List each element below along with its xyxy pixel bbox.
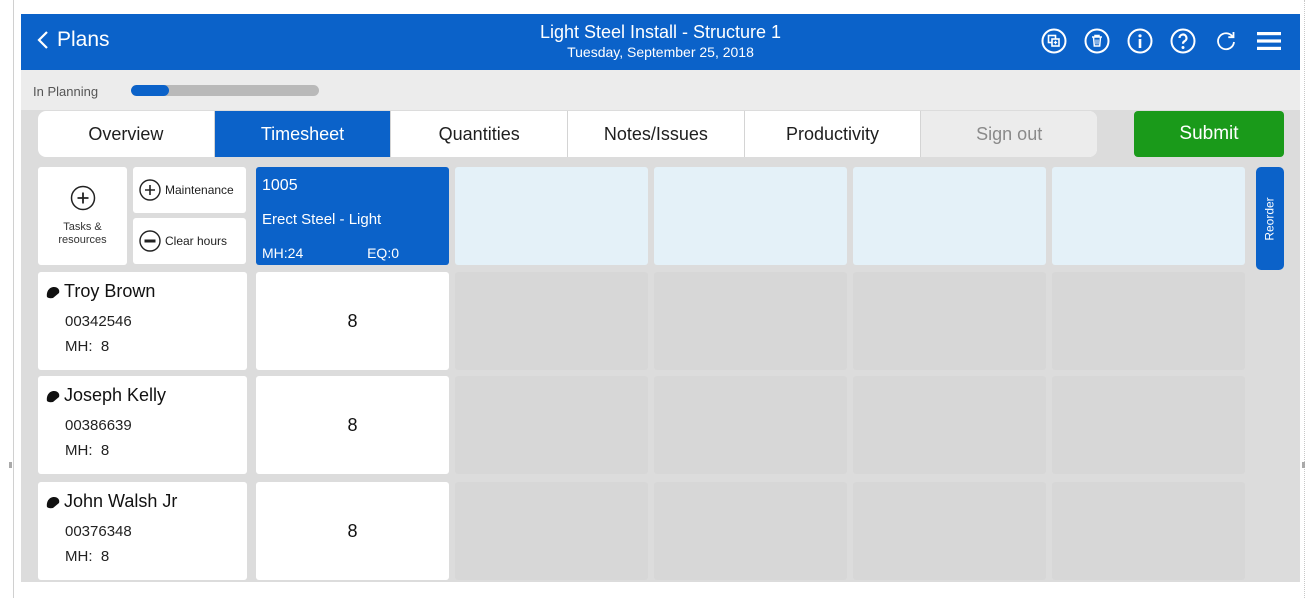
- tasks-label-line2: resources: [58, 234, 107, 246]
- empty-hours-cell[interactable]: [455, 482, 648, 580]
- task-equipment: EQ:0: [367, 245, 399, 261]
- refresh-icon[interactable]: [1211, 26, 1241, 56]
- task-man-hours: MH:24: [262, 245, 304, 261]
- tasks-label-line1: Tasks &: [63, 221, 102, 233]
- hard-hat-icon: [46, 286, 60, 298]
- tab-timesheet[interactable]: Timesheet: [214, 111, 392, 157]
- reorder-label: Reorder: [1263, 196, 1278, 241]
- empty-task-slot[interactable]: [654, 167, 847, 265]
- empty-hours-cell[interactable]: [853, 376, 1046, 474]
- back-label: Plans: [57, 28, 110, 51]
- help-icon[interactable]: [1168, 26, 1198, 56]
- status-bar: In Planning: [21, 70, 1300, 110]
- worker-name: Joseph Kelly: [64, 385, 167, 405]
- menu-icon[interactable]: [1254, 26, 1284, 56]
- clear-hours-label: Clear hours: [165, 234, 228, 248]
- back-button[interactable]: Plans: [37, 28, 110, 52]
- worker-card[interactable]: Troy Brown 00342546 MH: 8: [38, 272, 247, 370]
- worker-id: 00386639: [65, 417, 132, 434]
- hours-cell[interactable]: 8: [256, 482, 449, 580]
- task-name: Erect Steel - Light: [262, 211, 382, 228]
- worker-name: John Walsh Jr: [64, 491, 178, 511]
- empty-task-slot[interactable]: [455, 167, 648, 265]
- empty-hours-cell[interactable]: [455, 376, 648, 474]
- chevron-left-icon: [37, 31, 48, 49]
- tab-notes-issues[interactable]: Notes/Issues: [568, 111, 745, 157]
- worker-man-hours: MH: 8: [65, 442, 110, 459]
- maintenance-label: Maintenance: [165, 183, 234, 197]
- maintenance-button[interactable]: Maintenance: [133, 167, 246, 213]
- planning-progress: [131, 85, 319, 96]
- tab-bar: Overview Timesheet Quantities Notes/Issu…: [38, 111, 1097, 157]
- add-tasks-resources-button[interactable]: Tasks & resources: [38, 167, 127, 265]
- empty-hours-cell[interactable]: [853, 272, 1046, 370]
- tab-quantities[interactable]: Quantities: [391, 111, 569, 157]
- empty-hours-cell[interactable]: [654, 482, 847, 580]
- status-label: In Planning: [33, 84, 99, 99]
- empty-hours-cell[interactable]: [1052, 272, 1245, 370]
- hours-cell[interactable]: 8: [256, 272, 449, 370]
- reorder-button[interactable]: Reorder: [1256, 167, 1284, 270]
- app-window: Plans Light Steel Install - Structure 1 …: [21, 14, 1300, 582]
- hard-hat-icon: [46, 496, 60, 508]
- empty-hours-cell[interactable]: [1052, 376, 1245, 474]
- resize-handle-left[interactable]: [9, 462, 12, 468]
- empty-hours-cell[interactable]: [455, 272, 648, 370]
- worker-id: 00376348: [65, 523, 132, 540]
- resize-handle-right[interactable]: [1302, 462, 1305, 468]
- empty-hours-cell[interactable]: [654, 272, 847, 370]
- delete-icon[interactable]: [1082, 26, 1112, 56]
- info-icon[interactable]: [1125, 26, 1155, 56]
- clear-hours-button[interactable]: Clear hours: [133, 218, 246, 264]
- worker-man-hours: MH: 8: [65, 338, 110, 355]
- task-number: 1005: [262, 177, 298, 194]
- hours-cell[interactable]: 8: [256, 376, 449, 474]
- copy-icon[interactable]: [1039, 26, 1069, 56]
- worker-card[interactable]: John Walsh Jr 00376348 MH: 8: [38, 482, 247, 580]
- submit-button[interactable]: Submit: [1134, 111, 1284, 157]
- worker-id: 00342546: [65, 313, 132, 330]
- tab-sign-out[interactable]: Sign out: [921, 111, 1097, 157]
- task-card[interactable]: 1005 Erect Steel - Light MH:24 EQ:0: [256, 167, 449, 265]
- empty-task-slot[interactable]: [853, 167, 1046, 265]
- empty-hours-cell[interactable]: [654, 376, 847, 474]
- worker-card[interactable]: Joseph Kelly 00386639 MH: 8: [38, 376, 247, 474]
- tasks-resources-label: Tasks & resources: [58, 221, 106, 247]
- empty-hours-cell[interactable]: [853, 482, 1046, 580]
- add-circle-icon: [139, 179, 161, 201]
- worker-man-hours: MH: 8: [65, 548, 110, 565]
- empty-hours-cell[interactable]: [1052, 482, 1245, 580]
- remove-circle-icon: [139, 230, 161, 252]
- hard-hat-icon: [46, 390, 60, 402]
- tab-overview[interactable]: Overview: [38, 111, 215, 157]
- tab-productivity[interactable]: Productivity: [745, 111, 922, 157]
- add-circle-icon: [70, 185, 95, 211]
- empty-task-slot[interactable]: [1052, 167, 1245, 265]
- header-bar: Plans Light Steel Install - Structure 1 …: [21, 14, 1300, 70]
- planning-progress-fill: [131, 85, 169, 96]
- worker-name: Troy Brown: [64, 281, 156, 301]
